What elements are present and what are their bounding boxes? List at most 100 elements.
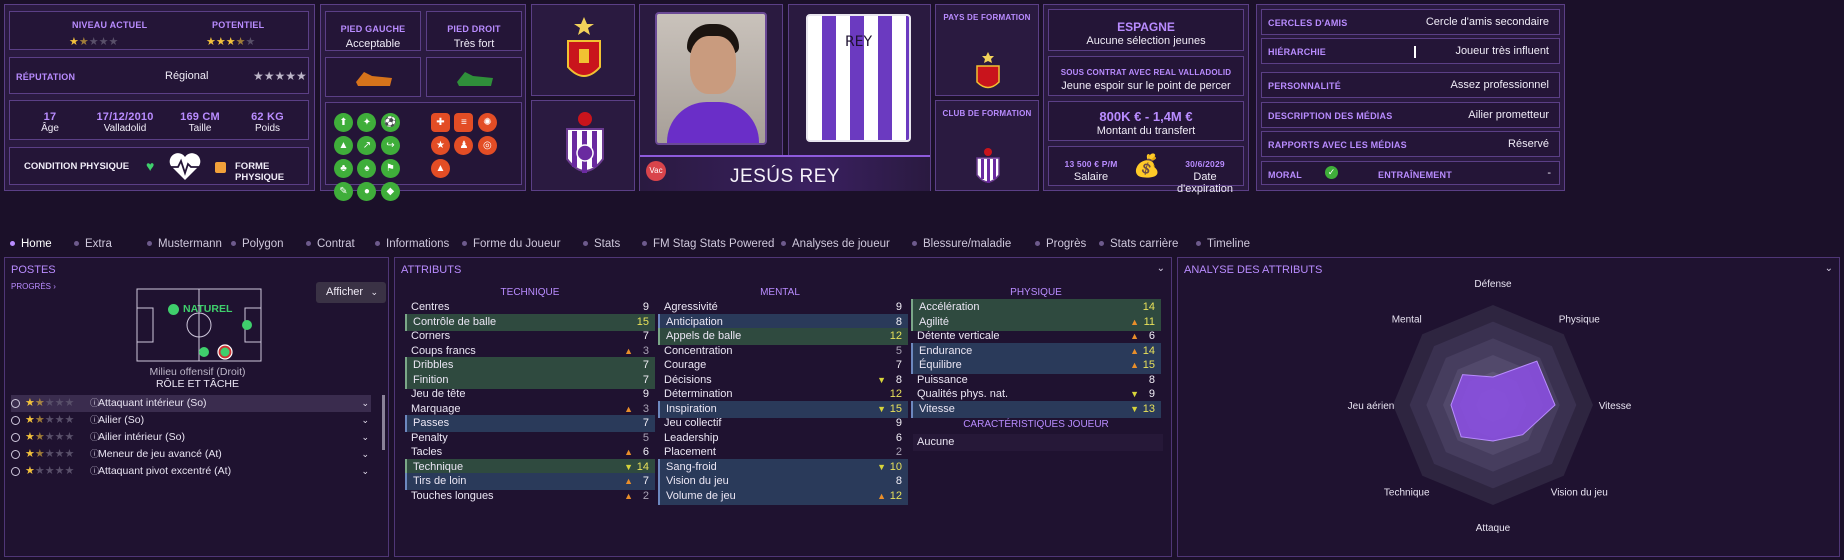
trait-icon: ⬆ (334, 113, 353, 132)
radio-icon[interactable] (11, 433, 20, 442)
training-country-box: PAYS DE FORMATION (935, 4, 1039, 96)
traits-icons-box: ⬆ ✦ ⚽ ▲ ↗ ↪ ♣ ♠ ⚑ ✎ ● ◆ ✚ ≡ ✺ ★ ♟ ◎ ▲ (325, 102, 522, 201)
trait-icon: ♣ (334, 159, 353, 178)
trait-icon: ≡ (454, 113, 474, 132)
traits-value: Aucune (913, 434, 1163, 451)
radar-axis-label: Vision du jeu (1551, 487, 1608, 498)
age-label: Âge (41, 123, 59, 134)
training-club-label: CLUB DE FORMATION (942, 109, 1032, 118)
trait-icon: ✎ (334, 182, 353, 201)
weight-value: 62 KG (251, 111, 284, 123)
attribute-name: Vitesse (919, 402, 955, 415)
potential-label: POTENTIEL (212, 20, 265, 30)
radar-axis-label: Technique (1384, 487, 1430, 498)
role-name: Attaquant pivot excentré (At) (98, 465, 232, 477)
tab-13[interactable]: Timeline (1196, 238, 1250, 250)
tab-5[interactable]: Informations (375, 238, 449, 250)
tab-7[interactable]: Stats (583, 238, 620, 250)
tab-11[interactable]: Progrès (1035, 238, 1086, 250)
tab-bar: Home Extra Mustermann Polygon Contrat Informa… (0, 234, 1844, 254)
trait-icon: ★ (431, 136, 450, 155)
contract-value: Jeune espoir sur le point de percer (1061, 80, 1231, 92)
tab-dot-icon (583, 241, 588, 247)
arrow-up-icon: ▲ (624, 490, 633, 501)
trait-icon: ⚽ (380, 113, 400, 132)
weight-label: Poids (254, 123, 280, 134)
height-label: Taille (188, 123, 212, 134)
social-value: Réservé (1508, 138, 1549, 150)
tab-dot-icon (306, 241, 311, 247)
role-name: Ailier (So) (98, 414, 145, 426)
training-club-box: CLUB DE FORMATION (935, 100, 1039, 191)
money-bag-icon: 💰 (1133, 153, 1161, 178)
social-label: HIÉRARCHIE (1268, 47, 1327, 57)
tab-label: Contrat (317, 238, 355, 250)
player-photo (655, 12, 767, 145)
radar-axis-label: Mental (1392, 315, 1422, 326)
tab-2[interactable]: Mustermann (147, 238, 222, 250)
radar-axis-label: Défense (1474, 279, 1512, 290)
chevron-down-icon[interactable]: ⌄ (1157, 263, 1165, 274)
trait-icon: ✚ (431, 113, 450, 132)
attribute-radar-chart: Défense Physique Vitesse Vision du jeu Attaq… (1348, 279, 1632, 534)
left-foot-value: Acceptable (345, 38, 401, 50)
condition-box: CONDITION PHYSIQUE ♥ FORME PHYSIQUE (9, 147, 309, 185)
tab-label: Stats (594, 238, 621, 250)
tab-9[interactable]: Analyses de joueur (781, 238, 890, 250)
social-label: DESCRIPTION DES MÉDIAS (1268, 111, 1393, 121)
tab-label: Timeline (1207, 238, 1251, 250)
positions-title: POSTES (11, 264, 56, 276)
heart-icon: ♥ (146, 158, 155, 174)
tab-3[interactable]: Polygon (231, 238, 284, 250)
radio-icon[interactable] (11, 450, 20, 459)
chevron-down-icon[interactable]: ⌄ (361, 446, 369, 463)
current-level-stars: ★★★★★ (69, 36, 119, 48)
tab-label: Forme du Joueur (473, 238, 561, 250)
role-row[interactable]: ★★★★★ ⓘ Ailier intérieur (So) ⌄ (11, 429, 371, 446)
chevron-down-icon[interactable]: ⌄ (361, 395, 369, 412)
tab-dot-icon (912, 241, 917, 247)
tab-12[interactable]: Stats carrière (1099, 238, 1178, 250)
tab-0[interactable]: Home (10, 238, 52, 250)
tab-label: FM Stag Stats Powered (653, 238, 775, 250)
radar-axis-label: Attaque (1476, 523, 1511, 534)
show-button[interactable]: Afficher ⌄ (316, 282, 386, 303)
tab-4[interactable]: Contrat (306, 238, 355, 250)
transfer-fee-label: Montant du transfert (1096, 125, 1196, 137)
role-row[interactable]: ★★★★★ ⓘ Attaquant intérieur (So) ⌄ (11, 395, 371, 412)
boot-icon (356, 72, 392, 86)
tab-8[interactable]: FM Stag Stats Powered (642, 238, 774, 250)
social-value: Ailier prometteur (1468, 109, 1549, 121)
radar-axis-label: Jeu aérien (1348, 401, 1395, 412)
role-row[interactable]: ★★★★★ ⓘ Meneur de jeu avancé (At) ⌄ (11, 446, 371, 463)
radio-icon[interactable] (11, 399, 20, 408)
social-value: Assez professionnel (1450, 79, 1549, 91)
social-label: RAPPORTS AVEC LES MÉDIAS (1268, 140, 1407, 150)
social-row: RAPPORTS AVEC LES MÉDIAS Réservé (1261, 131, 1560, 157)
chevron-down-icon[interactable]: ⌄ (361, 463, 369, 480)
trait-icon: ♟ (454, 136, 474, 155)
national-team-badge-box (531, 4, 635, 96)
youth-caps: Aucune sélection jeunes (1086, 35, 1206, 47)
tab-6[interactable]: Forme du Joueur (462, 238, 561, 250)
role-row[interactable]: ★★★★★ ⓘ Ailier (So) ⌄ (11, 412, 371, 429)
attribute-name: Volume de jeu (666, 489, 736, 502)
social-value: Joueur très influent (1455, 45, 1549, 57)
morale-label: MORAL (1268, 170, 1302, 180)
radio-icon[interactable] (11, 416, 20, 425)
attributes-title: ATTRIBUTS (401, 264, 462, 276)
tab-10[interactable]: Blessure/maladie (912, 238, 1011, 250)
progress-link[interactable]: PROGRÈS › (11, 282, 56, 291)
spain-crest-icon (567, 17, 601, 77)
social-label: PERSONNALITÉ (1268, 81, 1341, 91)
chevron-down-icon[interactable]: ⌄ (361, 429, 369, 446)
level-box: NIVEAU ACTUEL POTENTIEL ★★★★★ ★★★★★ (9, 11, 309, 50)
chevron-down-icon[interactable]: ⌄ (361, 412, 369, 429)
scrollbar[interactable] (382, 395, 385, 450)
role-stars: ★★★★★ (25, 431, 75, 443)
radio-icon[interactable] (11, 467, 20, 476)
tab-dot-icon (1196, 241, 1201, 247)
condition-label: CONDITION PHYSIQUE (24, 161, 130, 172)
role-row[interactable]: ★★★★★ ⓘ Attaquant pivot excentré (At) ⌄ (11, 463, 371, 480)
tab-1[interactable]: Extra (74, 238, 112, 250)
